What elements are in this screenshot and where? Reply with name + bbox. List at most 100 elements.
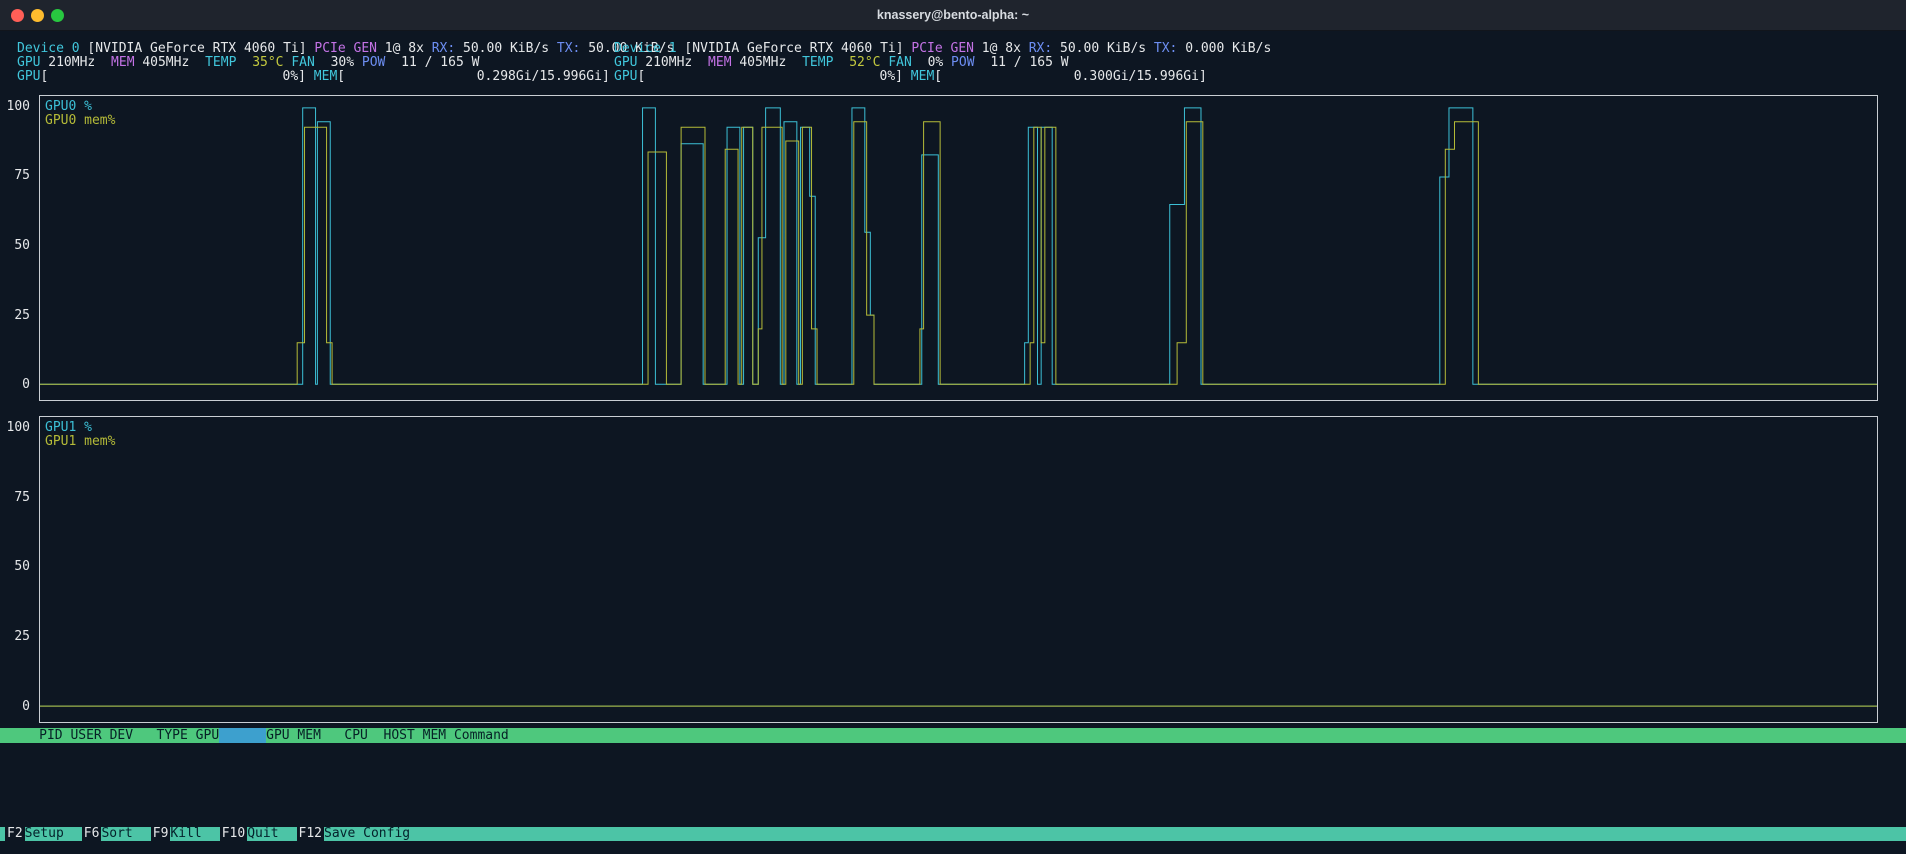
fnkey-kill-label: Kill bbox=[170, 827, 201, 841]
device0-util-gauge-open-bracket: [ bbox=[40, 70, 48, 84]
sort-column-highlight bbox=[219, 728, 266, 743]
device0-util-gauge-label: GPU bbox=[17, 70, 40, 84]
device1-tx-label: TX: bbox=[1154, 42, 1177, 56]
device0-clock-label: GPU bbox=[17, 56, 40, 70]
fnkey-kill-key: F9 bbox=[151, 827, 171, 841]
device0-gauges-line: GPU[0%] MEM[0.298Gi/15.996Gi] bbox=[17, 70, 610, 84]
device1-clock-value: 210MHz bbox=[645, 56, 692, 70]
y-axis-tick-0: 0 bbox=[22, 377, 30, 393]
device0-temp-label: TEMP bbox=[205, 56, 236, 70]
device1-util-gauge-open-bracket: [ bbox=[637, 70, 645, 84]
fnkey-save-config-label: Save Config bbox=[324, 827, 410, 841]
device0-mem-gauge-bar bbox=[345, 70, 477, 84]
device0-pow-value: 11 / 165 W bbox=[401, 56, 479, 70]
gpu0-legend: GPU0 % GPU0 mem% bbox=[45, 100, 115, 128]
device1-temp-label: TEMP bbox=[802, 56, 833, 70]
device0-stats-line: GPU 210MHz MEM 405MHz TEMP 35°C FAN 30% … bbox=[17, 56, 479, 70]
fnkey-save-config[interactable]: F12Save Config bbox=[297, 827, 411, 841]
y-axis-tick-25: 25 bbox=[14, 308, 30, 324]
device1-mem-gauge-label: MEM bbox=[911, 70, 934, 84]
device1-gpu-model: [NVIDIA GeForce RTX 4060 Ti] bbox=[684, 42, 903, 56]
gpu1-legend: GPU1 % GPU1 mem% bbox=[45, 421, 115, 449]
fnkey-quit-label: Quit bbox=[247, 827, 278, 841]
process-table-header: PID USER DEV TYPE GPU GPU MEM CPU HOST M… bbox=[0, 728, 1906, 743]
device1-fan-value: 0% bbox=[928, 56, 944, 70]
device0-pcie-label: PCIe GEN bbox=[314, 42, 377, 56]
fnkey-setup[interactable]: F2Setup bbox=[5, 827, 64, 841]
fnkey-setup-key: F2 bbox=[5, 827, 25, 841]
device1-util-gauge-value: 0%] bbox=[880, 70, 903, 84]
device0-rx-label: RX: bbox=[432, 42, 455, 56]
device1-gauges-line: GPU[0%] MEM[0.300Gi/15.996Gi] bbox=[614, 70, 1207, 84]
fnkey-sort[interactable]: F6Sort bbox=[82, 827, 133, 841]
y-axis-tick-75: 75 bbox=[14, 490, 30, 506]
gpu1-history-svg bbox=[40, 417, 1877, 722]
fnkey-setup-label: Setup bbox=[25, 827, 64, 841]
gpu0-history-svg bbox=[40, 96, 1877, 400]
device1-memclock-label: MEM bbox=[708, 56, 731, 70]
device0-mem-gauge-label: MEM bbox=[314, 70, 337, 84]
fnkey-sort-label: Sort bbox=[101, 827, 132, 841]
device1-pow-value: 11 / 165 W bbox=[990, 56, 1068, 70]
device0-rx-value: 50.00 KiB/s bbox=[463, 42, 549, 56]
device1-stats-line: GPU 210MHz MEM 405MHz TEMP 52°C FAN 0% P… bbox=[614, 56, 1069, 70]
device1-memclock-value: 405MHz bbox=[739, 56, 786, 70]
device0-mem-gauge-open-bracket: [ bbox=[337, 70, 345, 84]
fnkey-kill[interactable]: F9Kill bbox=[151, 827, 202, 841]
fnkey-quit[interactable]: F10Quit bbox=[220, 827, 279, 841]
device0-memclock-value: 405MHz bbox=[142, 56, 189, 70]
fnkey-save-config-key: F12 bbox=[297, 827, 324, 841]
device0-mem-gauge: MEM[0.298Gi/15.996Gi] bbox=[314, 70, 610, 84]
gpu1-y-axis: 100 75 50 25 0 bbox=[0, 416, 34, 723]
device0-tx-label: TX: bbox=[557, 42, 580, 56]
gpu1-plot-area: GPU1 % GPU1 mem% bbox=[39, 416, 1878, 723]
gpu1-mem-legend: GPU1 mem% bbox=[45, 435, 115, 449]
window-title: knassery@bento-alpha: ~ bbox=[0, 0, 1906, 30]
y-axis-tick-50: 50 bbox=[14, 559, 30, 575]
device0-fan-label: FAN bbox=[291, 56, 314, 70]
device1-util-gauge-bar bbox=[645, 70, 879, 84]
y-axis-tick-25: 25 bbox=[14, 629, 30, 645]
y-axis-tick-0: 0 bbox=[22, 699, 30, 715]
gpu0-util-legend: GPU0 % bbox=[45, 100, 115, 114]
gpu1-history-panel: 100 75 50 25 0 GPU1 % GPU1 mem% bbox=[0, 416, 1906, 723]
y-axis-tick-75: 75 bbox=[14, 168, 30, 184]
device0-temp-value: 35°C bbox=[252, 56, 283, 70]
y-axis-tick-50: 50 bbox=[14, 238, 30, 254]
device0-gpu-model: [NVIDIA GeForce RTX 4060 Ti] bbox=[87, 42, 306, 56]
device1-mem-gauge-value: 0.300Gi/15.996Gi] bbox=[1074, 70, 1207, 84]
device1-temp-value: 52°C bbox=[849, 56, 880, 70]
device1-pcie-value: 1@ 8x bbox=[982, 42, 1021, 56]
device1-mem-gauge-bar bbox=[942, 70, 1074, 84]
device1-info-line: Device 1 [NVIDIA GeForce RTX 4060 Ti] PC… bbox=[614, 42, 1271, 56]
gpu1-util-legend: GPU1 % bbox=[45, 421, 115, 435]
process-columns-right: GPU MEM CPU HOST MEM Command bbox=[266, 728, 509, 743]
device1-rx-value: 50.00 KiB/s bbox=[1060, 42, 1146, 56]
device1-pow-label: POW bbox=[951, 56, 974, 70]
device1-util-gauge-label: GPU bbox=[614, 70, 637, 84]
device1-pcie-label: PCIe GEN bbox=[911, 42, 974, 56]
device0-info-line: Device 0 [NVIDIA GeForce RTX 4060 Ti] PC… bbox=[17, 42, 674, 56]
gpu0-y-axis: 100 75 50 25 0 bbox=[0, 95, 34, 401]
device1-label: Device 1 bbox=[614, 42, 677, 56]
gpu0-history-panel: 100 75 50 25 0 GPU0 % GPU0 mem% bbox=[0, 95, 1906, 401]
fnkey-sort-key: F6 bbox=[82, 827, 102, 841]
y-axis-tick-100: 100 bbox=[7, 99, 30, 115]
device0-mem-gauge-value: 0.298Gi/15.996Gi] bbox=[477, 70, 610, 84]
device0-memclock-label: MEM bbox=[111, 56, 134, 70]
process-columns-left: PID USER DEV TYPE GPU bbox=[0, 728, 219, 743]
device0-gpu-util-gauge: GPU[0%] bbox=[17, 70, 306, 84]
device0-pow-label: POW bbox=[362, 56, 385, 70]
device1-rx-label: RX: bbox=[1029, 42, 1052, 56]
device1-gpu-util-gauge: GPU[0%] bbox=[614, 70, 903, 84]
terminal-window: knassery@bento-alpha: ~ Device 0 [NVIDIA… bbox=[0, 0, 1906, 854]
device1-mem-gauge: MEM[0.300Gi/15.996Gi] bbox=[911, 70, 1207, 84]
function-key-bar: F2Setup F6Sort F9Kill F10Quit F12Save Co… bbox=[0, 827, 1906, 841]
gpu0-mem-legend: GPU0 mem% bbox=[45, 114, 115, 128]
device0-fan-value: 30% bbox=[331, 56, 354, 70]
device1-mem-gauge-open-bracket: [ bbox=[934, 70, 942, 84]
device0-util-gauge-value: 0%] bbox=[283, 70, 306, 84]
device1-clock-label: GPU bbox=[614, 56, 637, 70]
fnkey-quit-key: F10 bbox=[220, 827, 247, 841]
y-axis-tick-100: 100 bbox=[7, 420, 30, 436]
